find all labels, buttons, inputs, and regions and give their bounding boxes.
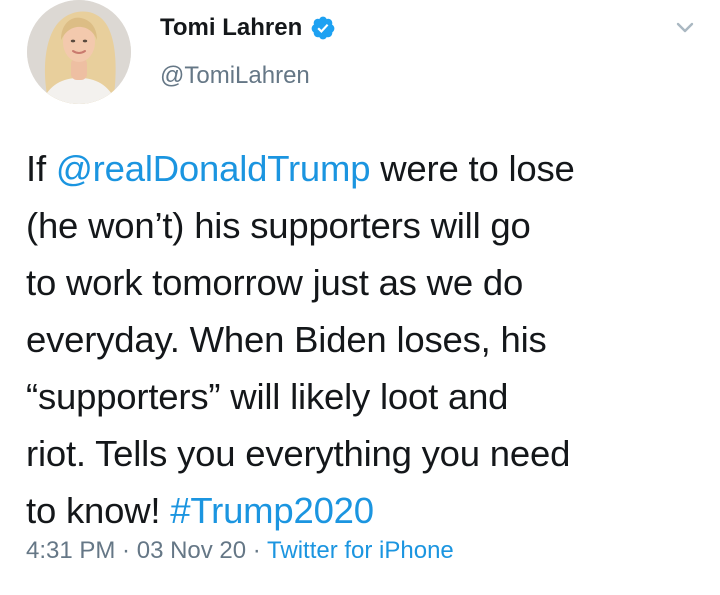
author-name-row: Tomi Lahren [160,14,336,42]
tweet-text-line: riot. Tells you everything you need [26,425,706,482]
meta-separator: · [115,537,137,564]
tweet-text-line: everyday. When Biden loses, his [26,311,706,368]
tweet-source-link[interactable]: Twitter for iPhone [267,537,454,564]
tweet-text-segment: (he won’t) his supporters will go [26,205,531,246]
mention-link[interactable]: @realDonaldTrump [56,148,371,189]
tweet-meta: 4:31 PM · 03 Nov 20 · Twitter for iPhone [26,537,454,565]
tweet-menu-button[interactable] [672,14,698,40]
tweet-time[interactable]: 4:31 PM [26,537,115,564]
tweet-text-segment: everyday. When Biden loses, his [26,319,547,360]
author-display-name[interactable]: Tomi Lahren [160,14,302,42]
tweet-text-segment: riot. Tells you everything you need [26,433,571,474]
tweet-text-line: to work tomorrow just as we do [26,254,706,311]
tweet-text-segment: to know! [26,490,171,531]
tweet-text-line: (he won’t) his supporters will go [26,197,706,254]
tweet-text-line: to know! #Trump2020 [26,482,706,539]
tweet-text-segment: to work tomorrow just as we do [26,262,524,303]
tweet-card: Tomi Lahren @TomiLahren If @realDonaldTr… [0,0,720,595]
author-handle[interactable]: @TomiLahren [160,62,310,90]
profile-photo-icon [27,0,131,104]
tweet-text: If @realDonaldTrump were to lose (he won’… [26,140,706,539]
tweet-date[interactable]: 03 Nov 20 [137,537,246,564]
hashtag-link[interactable]: #Trump2020 [170,490,374,531]
avatar[interactable] [27,0,131,104]
verified-badge-icon [310,15,336,41]
chevron-down-icon [676,22,694,33]
tweet-text-line: “supporters” will likely loot and [26,368,706,425]
tweet-text-segment: were to lose [370,148,575,189]
tweet-text-line: If @realDonaldTrump were to lose [26,140,706,197]
meta-separator: · [246,537,268,564]
tweet-text-segment: “supporters” will likely loot and [26,376,509,417]
tweet-text-segment: If [26,148,56,189]
